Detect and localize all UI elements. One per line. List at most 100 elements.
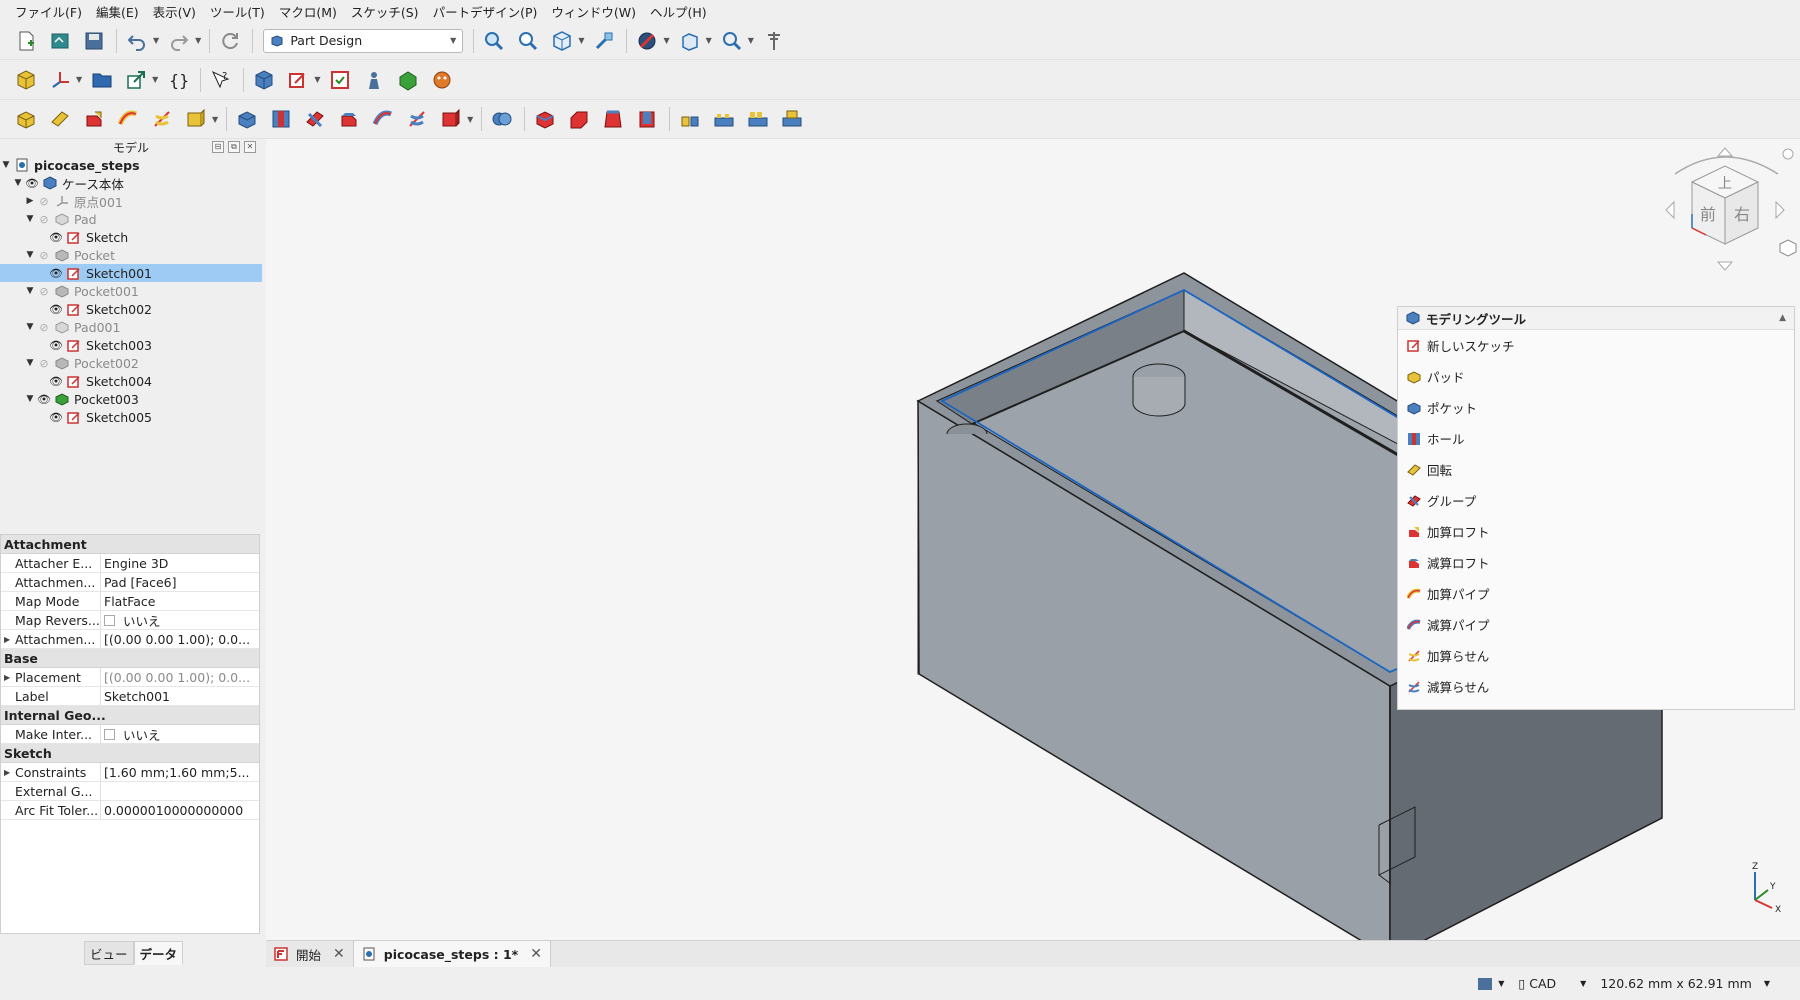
draw-style-dropdown[interactable]: ▼	[663, 36, 669, 45]
navigation-style-selector[interactable]: ▯ CAD ▼	[1518, 976, 1586, 991]
multi-transform-button[interactable]	[778, 105, 806, 133]
create-sketch-button[interactable]	[284, 66, 312, 94]
view-menu-icon[interactable]	[1782, 148, 1794, 160]
link-dropdown[interactable]: ▼	[152, 75, 158, 84]
property-value[interactable]: Sketch001	[101, 687, 259, 705]
hole-button[interactable]	[267, 105, 295, 133]
property-row[interactable]: External G...	[1, 782, 259, 801]
mirrored-button[interactable]	[676, 105, 704, 133]
property-value[interactable]: [(0.00 0.00 1.00); 0.0...	[101, 630, 259, 648]
eye-icon[interactable]: 👁	[48, 303, 64, 316]
dimensions-readout[interactable]: 120.62 mm x 62.91 mm ▼	[1600, 976, 1770, 991]
new-document-button[interactable]	[12, 27, 40, 55]
expand-arrow-icon[interactable]: ▼	[24, 250, 36, 260]
eye-icon[interactable]: 👁	[48, 339, 64, 352]
float-panel-icon[interactable]: ⧉	[228, 141, 240, 153]
sketch-dropdown[interactable]: ▼	[314, 75, 320, 84]
zoom-button[interactable]	[718, 27, 746, 55]
tab-document[interactable]: picocase_steps : 1* ✕	[353, 941, 551, 967]
save-document-button[interactable]	[80, 27, 108, 55]
open-document-button[interactable]	[46, 27, 74, 55]
arrow-down-icon[interactable]	[1716, 261, 1734, 271]
eye-icon[interactable]: 👁	[48, 267, 64, 280]
property-group-attachment[interactable]: Attachment	[1, 535, 259, 554]
property-row[interactable]: ▶ Attachmen... [(0.00 0.00 1.00); 0.0...	[1, 630, 259, 649]
redo-dropdown-arrow[interactable]: ▼	[195, 36, 201, 45]
property-group-internal-geometry[interactable]: Internal Geo...	[1, 706, 259, 725]
tab-data[interactable]: データ	[133, 941, 184, 965]
boolean-button[interactable]	[488, 105, 516, 133]
small-cube-icon[interactable]	[1779, 239, 1797, 257]
eye-hidden-icon[interactable]: ⊘	[36, 195, 52, 208]
close-tab-icon[interactable]: ✕	[530, 946, 542, 962]
property-value[interactable]: 0.0000010000000000	[101, 801, 259, 819]
property-row[interactable]: Make Inter... いいえ	[1, 725, 259, 744]
expand-arrow-icon[interactable]: ▼	[24, 394, 36, 404]
tool-hole[interactable]: ホール	[1398, 423, 1794, 454]
tree-item-sketch001[interactable]: 👁 Sketch001	[0, 264, 262, 282]
workbench-selector[interactable]: Part Design ▼	[263, 28, 464, 53]
property-row[interactable]: Map Revers... いいえ	[1, 611, 259, 630]
eye-hidden-icon[interactable]: ⊘	[36, 285, 52, 298]
tool-additive-loft[interactable]: 加算ロフト	[1398, 516, 1794, 547]
menu-window[interactable]: ウィンドウ(W)	[544, 2, 643, 21]
menu-help[interactable]: ヘルプ(H)	[643, 2, 714, 21]
zoom-dropdown[interactable]: ▼	[748, 36, 754, 45]
close-tab-icon[interactable]: ✕	[333, 946, 345, 962]
expand-arrow-icon[interactable]: ▼	[24, 214, 36, 224]
pocket-button[interactable]	[233, 105, 261, 133]
subtractive-loft-button[interactable]	[335, 105, 363, 133]
menu-file[interactable]: ファイル(F)	[8, 2, 89, 21]
eye-icon[interactable]: 👁	[24, 177, 40, 190]
chamfer-button[interactable]	[565, 105, 593, 133]
tree-item-sketch002[interactable]: 👁 Sketch002	[0, 300, 262, 318]
additive-primitive-dropdown[interactable]: ▼	[212, 115, 218, 124]
property-row[interactable]: ▶ Placement [(0.00 0.00 1.00); 0.0...	[1, 668, 259, 687]
tab-start-page[interactable]: 開始 ✕	[266, 941, 354, 967]
modeling-tools-header[interactable]: モデリングツール ▲	[1398, 307, 1794, 330]
post-body[interactable]	[1132, 377, 1186, 417]
fit-selection-button[interactable]	[514, 27, 542, 55]
tool-pad[interactable]: パッド	[1398, 361, 1794, 392]
eye-icon[interactable]: 👁	[36, 393, 52, 406]
expand-arrow-icon[interactable]: ▼	[24, 322, 36, 332]
collapse-icon[interactable]: ▲	[1779, 313, 1786, 323]
tree-item-body[interactable]: ▼ 👁 ケース本体	[0, 174, 262, 192]
property-value[interactable]	[101, 782, 259, 800]
redo-button[interactable]	[165, 27, 193, 55]
tree-item-document[interactable]: ▼ picocase_steps	[0, 156, 262, 174]
property-value-checkbox[interactable]: いいえ	[101, 611, 259, 629]
menu-tools[interactable]: ツール(T)	[203, 2, 272, 21]
navigation-cube[interactable]: 上 前 右	[1650, 140, 1800, 280]
bounding-box-dropdown[interactable]: ▼	[706, 36, 712, 45]
additive-loft-button[interactable]	[80, 105, 108, 133]
tool-additive-pipe[interactable]: 加算パイプ	[1398, 578, 1794, 609]
additive-primitive-button[interactable]	[182, 105, 210, 133]
tree-item-pocket002[interactable]: ▼ ⊘ Pocket002	[0, 354, 262, 372]
tool-revolution[interactable]: 回転	[1398, 454, 1794, 485]
tree-item-sketch003[interactable]: 👁 Sketch003	[0, 336, 262, 354]
expand-arrow-icon[interactable]: ▼	[24, 358, 36, 368]
whats-this-help-button[interactable]: ?	[207, 66, 235, 94]
linear-pattern-button[interactable]	[710, 105, 738, 133]
fit-all-button[interactable]	[480, 27, 508, 55]
menu-edit[interactable]: 編集(E)	[89, 2, 146, 21]
arrow-left-icon[interactable]	[1665, 200, 1675, 220]
expand-arrow-icon[interactable]: ▼	[0, 160, 12, 170]
eye-icon[interactable]: 👁	[48, 411, 64, 424]
validate-sketch-button[interactable]	[326, 66, 354, 94]
subtractive-pipe-button[interactable]	[369, 105, 397, 133]
menu-sketch[interactable]: スケッチ(S)	[344, 2, 426, 21]
sub-shape-binder-button[interactable]	[394, 66, 422, 94]
undo-button[interactable]	[123, 27, 151, 55]
menu-partdesign[interactable]: パートデザイン(P)	[426, 2, 545, 21]
property-row[interactable]: Map Mode FlatFace	[1, 592, 259, 611]
property-row[interactable]: ▶ Constraints [1.60 mm;1.60 mm;5...	[1, 763, 259, 782]
property-value[interactable]: [(0.00 0.00 1.00); 0.0...	[101, 668, 259, 686]
tool-additive-helix[interactable]: 加算らせん	[1398, 640, 1794, 671]
eye-hidden-icon[interactable]: ⊘	[36, 213, 52, 226]
eye-hidden-icon[interactable]: ⊘	[36, 321, 52, 334]
property-value-checkbox[interactable]: いいえ	[101, 725, 259, 743]
expand-arrow-icon[interactable]: ▼	[24, 286, 36, 296]
tool-pocket[interactable]: ポケット	[1398, 392, 1794, 423]
